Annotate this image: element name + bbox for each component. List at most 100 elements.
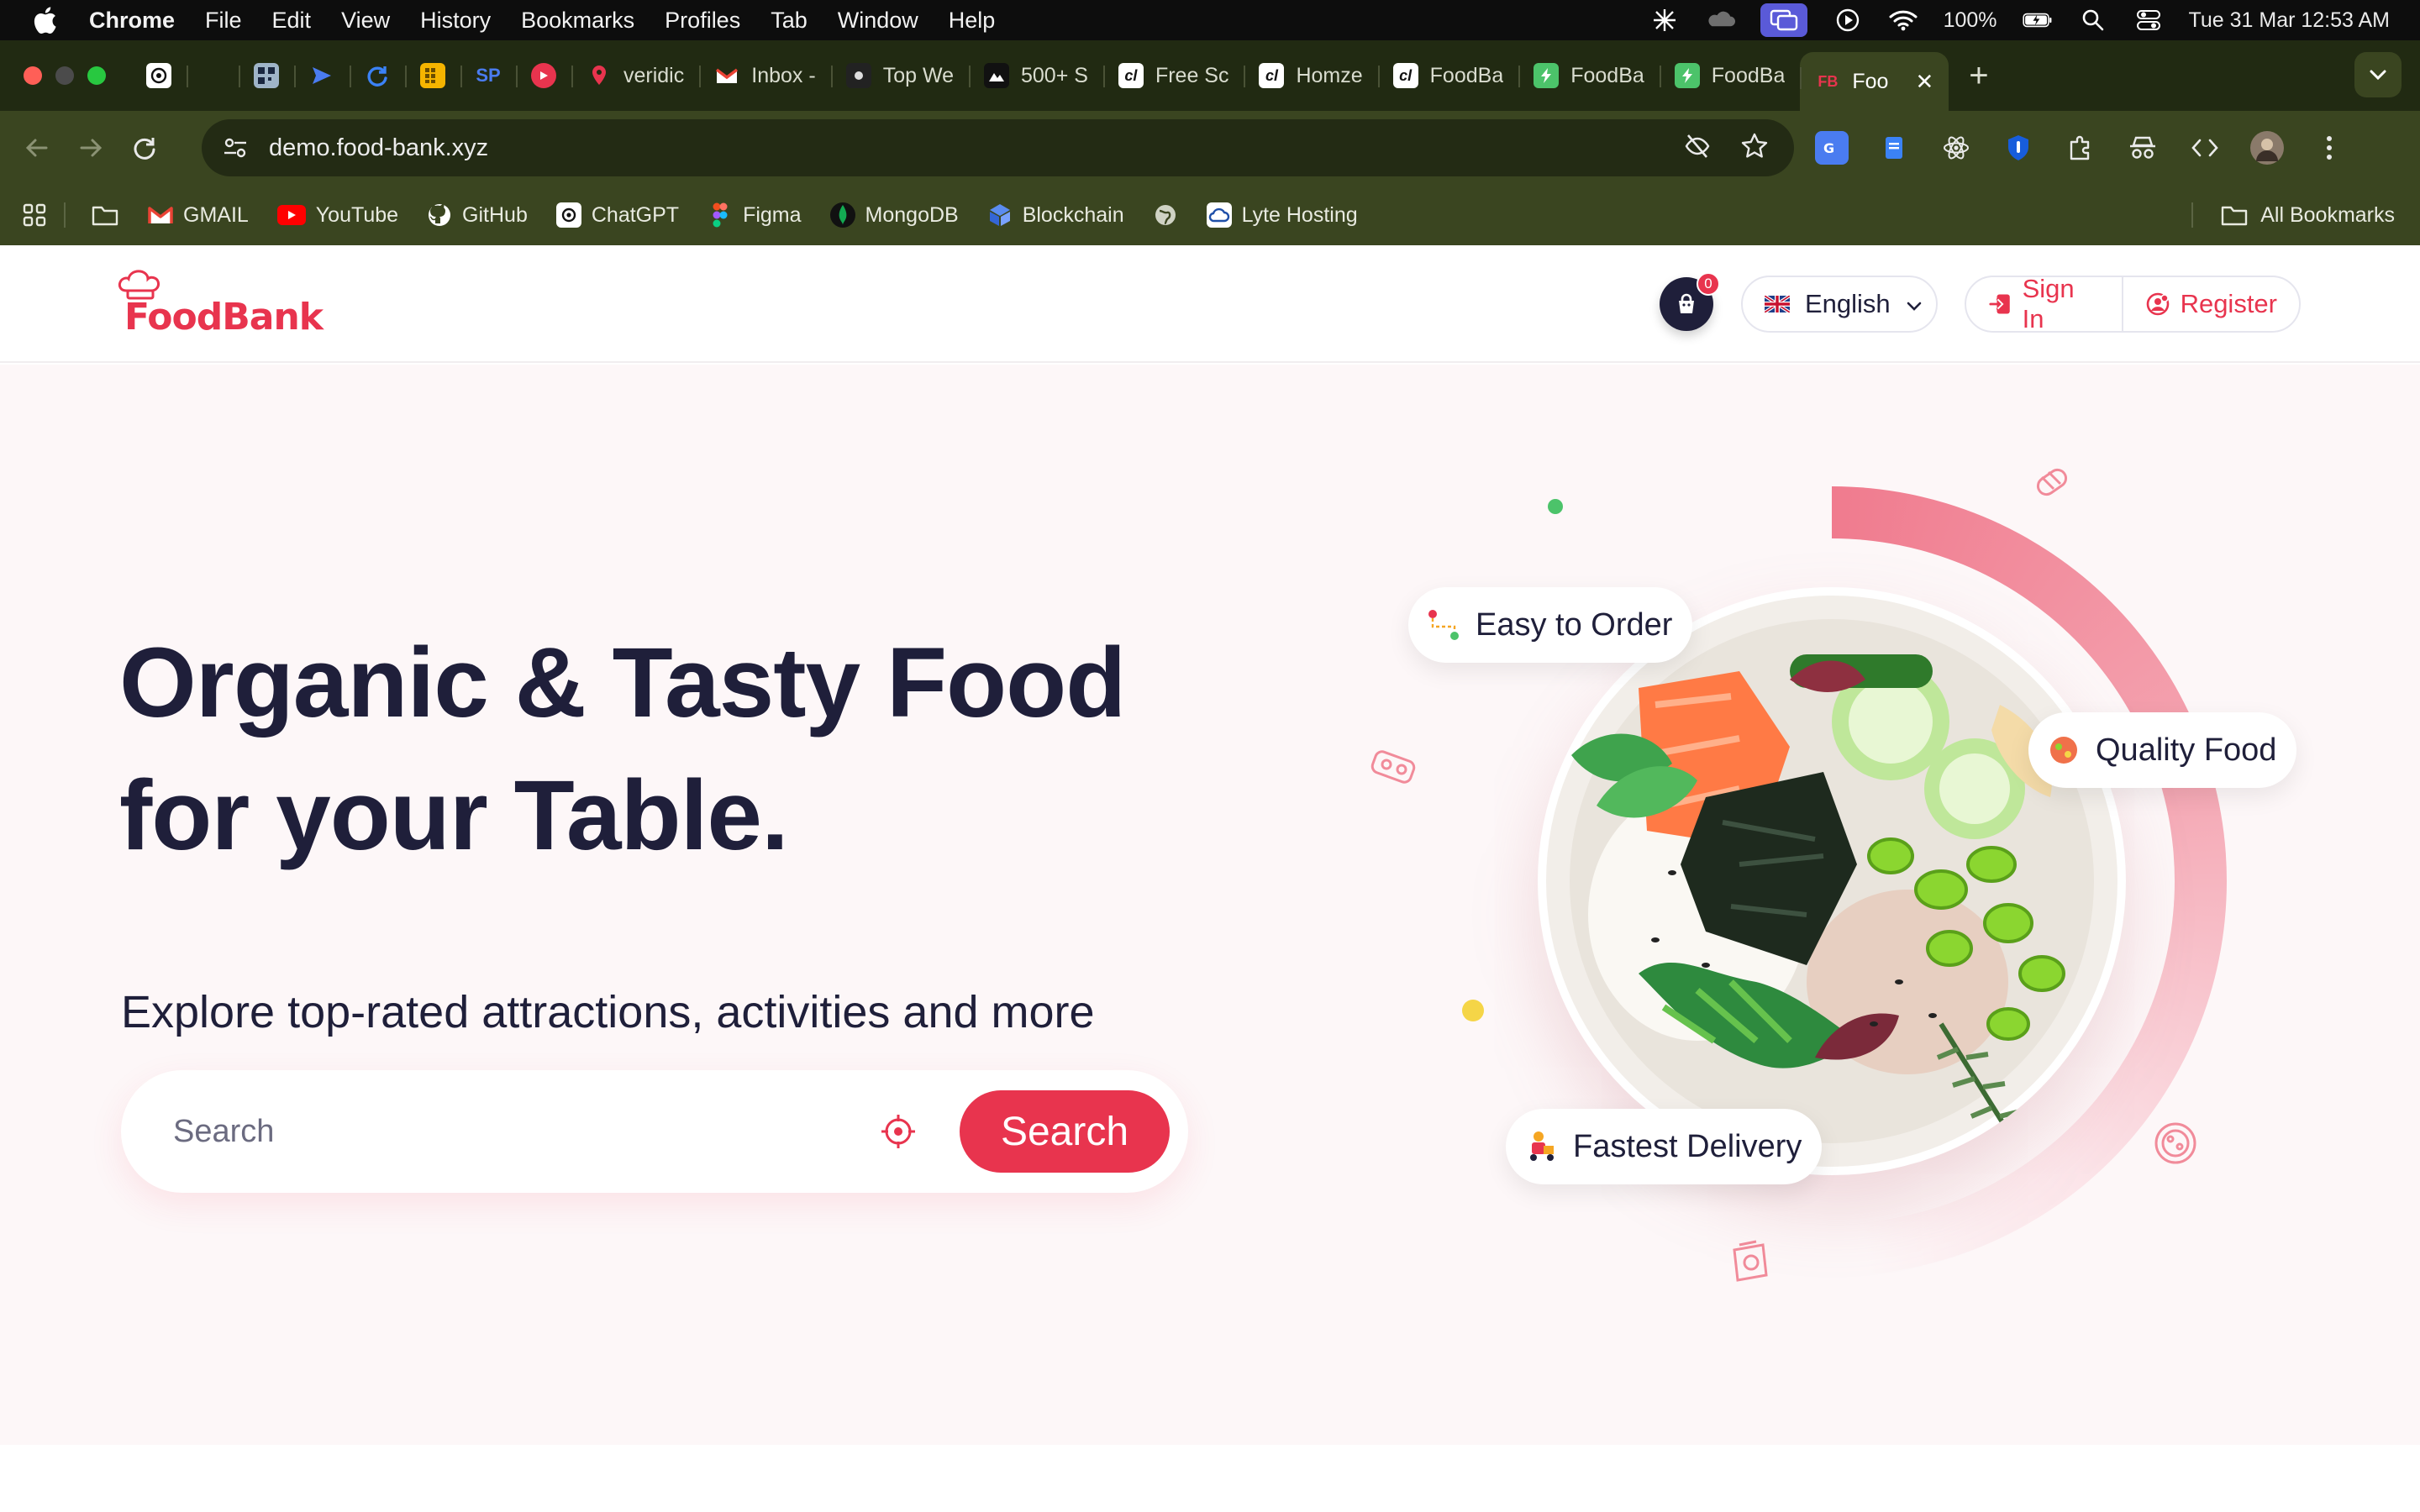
google-translate-icon[interactable]: G bbox=[1815, 131, 1849, 165]
site-info-icon[interactable] bbox=[217, 129, 254, 166]
mongodb-icon bbox=[829, 202, 855, 228]
apple-icon[interactable] bbox=[30, 6, 59, 34]
bookmark-star-icon[interactable] bbox=[1740, 132, 1769, 165]
menu-bookmarks[interactable]: Bookmarks bbox=[521, 8, 634, 34]
tab-foodbank-active[interactable]: FB Foo ✕ bbox=[1800, 52, 1949, 111]
tab-free-sc[interactable]: cl Free Sc bbox=[1102, 50, 1244, 101]
bookmark-youtube[interactable]: YouTube bbox=[276, 203, 398, 228]
language-selector[interactable]: English bbox=[1741, 276, 1938, 333]
url-text[interactable]: demo.food-bank.xyz bbox=[269, 134, 488, 162]
tab-top-web[interactable]: Top We bbox=[830, 50, 969, 101]
profile-avatar[interactable] bbox=[2250, 131, 2284, 165]
github-icon bbox=[427, 202, 452, 228]
tab-500-s[interactable]: 500+ S bbox=[969, 50, 1103, 101]
screen-mirroring-icon[interactable] bbox=[1760, 3, 1807, 37]
locate-me-button[interactable] bbox=[877, 1110, 919, 1152]
chrome-menu-icon[interactable] bbox=[2312, 131, 2346, 165]
tab-label: Top We bbox=[882, 63, 954, 87]
menu-file[interactable]: File bbox=[205, 8, 242, 34]
battery-percent: 100% bbox=[1943, 8, 1997, 32]
eye-off-icon[interactable] bbox=[1683, 132, 1712, 165]
tab-inbox[interactable]: Inbox - bbox=[699, 50, 830, 101]
react-devtools-icon[interactable] bbox=[1939, 131, 1973, 165]
pinned-tab-chatgpt[interactable] bbox=[131, 50, 187, 101]
cl-icon: cl bbox=[1118, 63, 1144, 88]
bookmark-gmail[interactable]: GMAIL bbox=[148, 202, 249, 228]
bookmark-github[interactable]: GitHub bbox=[427, 202, 528, 228]
menu-window[interactable]: Window bbox=[838, 8, 918, 34]
pinned-tab-record[interactable] bbox=[516, 50, 571, 101]
bookmark-chatgpt[interactable]: ChatGPT bbox=[555, 202, 679, 228]
pinned-tab-qr[interactable] bbox=[239, 50, 294, 101]
code-brackets-icon[interactable] bbox=[2188, 131, 2222, 165]
apps-grid-icon bbox=[23, 203, 46, 227]
pinned-tab-refresh[interactable] bbox=[350, 50, 405, 101]
sp-logo-icon: SP bbox=[476, 65, 501, 86]
extensions-puzzle-icon[interactable] bbox=[2064, 131, 2097, 165]
menu-app-name[interactable]: Chrome bbox=[89, 8, 175, 34]
tab-label: FoodBa bbox=[1711, 63, 1786, 87]
candy-outline-icon bbox=[2036, 468, 2068, 496]
docs-icon[interactable] bbox=[1877, 131, 1911, 165]
address-bar[interactable]: demo.food-bank.xyz bbox=[202, 119, 1794, 176]
tab-foodbank-2[interactable]: FoodBa bbox=[1659, 50, 1801, 101]
chevron-down-icon bbox=[1906, 289, 1923, 319]
wifi-icon[interactable] bbox=[1888, 8, 1918, 33]
spotlight-search-icon[interactable] bbox=[2078, 8, 2108, 33]
pinned-tab-send[interactable] bbox=[294, 50, 350, 101]
auth-buttons: Sign In Register bbox=[1965, 274, 2301, 333]
menu-history[interactable]: History bbox=[420, 8, 491, 34]
bookmark-mongodb[interactable]: MongoDB bbox=[829, 202, 959, 228]
menu-tab[interactable]: Tab bbox=[771, 8, 808, 34]
youtube-icon bbox=[276, 205, 306, 225]
battery-icon[interactable] bbox=[2022, 8, 2053, 33]
incognito-icon[interactable] bbox=[2126, 131, 2160, 165]
pinned-tab-blank[interactable] bbox=[187, 50, 239, 101]
forward-button[interactable] bbox=[74, 131, 108, 165]
play-icon[interactable] bbox=[1833, 8, 1863, 33]
sign-in-button[interactable]: Sign In bbox=[1966, 274, 2122, 333]
menu-profiles[interactable]: Profiles bbox=[665, 8, 740, 34]
bookmark-figma[interactable]: Figma bbox=[708, 202, 802, 228]
close-window-button[interactable] bbox=[24, 66, 42, 85]
badge-quality-food-label: Quality Food bbox=[2096, 732, 2277, 768]
bookmark-globe[interactable] bbox=[1153, 202, 1178, 228]
minimize-window-button[interactable] bbox=[55, 66, 74, 85]
all-bookmarks-button[interactable]: All Bookmarks bbox=[2191, 185, 2395, 245]
bookmark-lyte-hosting[interactable]: Lyte Hosting bbox=[1206, 202, 1358, 228]
control-center-icon[interactable] bbox=[2133, 8, 2164, 33]
tab-search-button[interactable] bbox=[2354, 52, 2402, 97]
bookmark-folder[interactable] bbox=[91, 203, 119, 227]
menubar-clock[interactable]: Tue 31 Mar 12:53 AM bbox=[2189, 8, 2390, 33]
macos-menu-bar: Chrome File Edit View History Bookmarks … bbox=[0, 0, 2420, 40]
menu-help[interactable]: Help bbox=[949, 8, 996, 34]
search-button[interactable]: Search bbox=[960, 1090, 1170, 1173]
tab-foodbank-1[interactable]: FoodBa bbox=[1518, 50, 1660, 101]
web-page: FoodBank 0 English Sign In Register Orga… bbox=[0, 245, 2420, 1512]
cart-button[interactable]: 0 bbox=[1660, 272, 1720, 331]
reload-button[interactable] bbox=[128, 131, 161, 165]
cloud-icon[interactable] bbox=[1705, 8, 1735, 33]
foodbank-logo[interactable]: FoodBank bbox=[118, 270, 328, 339]
register-button[interactable]: Register bbox=[2123, 277, 2299, 331]
cart-count-badge: 0 bbox=[1697, 272, 1720, 296]
menubar-status-area: 100% Tue 31 Mar 12:53 AM bbox=[1649, 0, 2390, 40]
bookmark-blockchain[interactable]: Blockchain bbox=[987, 202, 1124, 228]
sparkle-icon[interactable] bbox=[1649, 8, 1680, 33]
apps-grid-button[interactable] bbox=[22, 202, 47, 228]
bitwarden-shield-icon[interactable] bbox=[2002, 131, 2035, 165]
menu-view[interactable]: View bbox=[341, 8, 390, 34]
new-tab-button[interactable]: + bbox=[1969, 57, 1988, 95]
tab-homze[interactable]: cl Homze bbox=[1244, 50, 1377, 101]
search-input[interactable] bbox=[173, 1104, 913, 1159]
back-button[interactable] bbox=[20, 131, 54, 165]
svg-text:G: G bbox=[1823, 140, 1834, 156]
close-tab-icon[interactable]: ✕ bbox=[1915, 69, 1933, 95]
bookmark-label: Blockchain bbox=[1022, 202, 1124, 227]
maximize-window-button[interactable] bbox=[87, 66, 106, 85]
tab-veridic[interactable]: veridic bbox=[571, 50, 699, 101]
tab-foodbank-cl[interactable]: cl FoodBa bbox=[1377, 50, 1519, 101]
pinned-tab-grid[interactable] bbox=[405, 50, 460, 101]
menu-edit[interactable]: Edit bbox=[272, 8, 312, 34]
pinned-tab-sp[interactable]: SP bbox=[460, 50, 516, 101]
